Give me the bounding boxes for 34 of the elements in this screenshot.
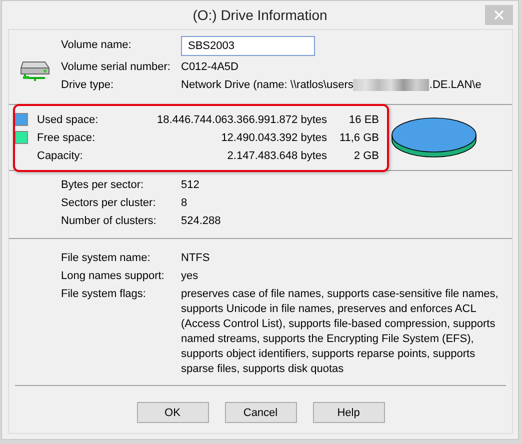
byte-count: 2.147.483.648 bytes: [226, 150, 327, 162]
field-value: 524.288: [181, 214, 222, 229]
dialog-button[interactable]: Help: [312, 402, 384, 423]
dialog-button[interactable]: Cancel: [224, 402, 296, 423]
field-label: Volume name:: [61, 38, 132, 53]
size-value: 2 GB: [352, 150, 379, 162]
byte-count: 12.490.043.392 bytes: [220, 132, 327, 144]
field-label: Number of clusters:: [61, 214, 158, 229]
field-value: NTFS: [181, 251, 211, 266]
field-label: Capacity:: [37, 150, 84, 162]
field-label: File system flags:: [61, 287, 147, 302]
field-value: 512: [181, 178, 200, 193]
field-label: Free space:: [37, 132, 96, 144]
window-title: (O:) Drive Information: [192, 7, 328, 23]
byte-count: 18.446.744.063.366.991.872 bytes: [156, 114, 327, 126]
field-label: File system name:: [61, 251, 152, 266]
volume-name-field[interactable]: SBS2003: [181, 36, 315, 56]
field-value: .DE.LAN\e: [429, 78, 482, 93]
dialog-button[interactable]: OK: [136, 402, 208, 423]
field-value: yes: [181, 269, 200, 284]
field-label: Drive type:: [61, 78, 115, 93]
field-value: 8: [181, 196, 188, 211]
close-button[interactable]: [485, 5, 513, 25]
field-value: Network Drive (name: \\ratlos\users: [181, 78, 354, 93]
field-label: Sectors per cluster:: [61, 196, 157, 211]
field-label: Long names support:: [61, 269, 166, 284]
field-label: Used space:: [37, 114, 100, 126]
field-value: C012-4A5D: [181, 60, 238, 75]
field-value: preserves case of file names, supports case-sensitive file names, supports Unicode in file names, preserves and enforces ACL (Access Control List), supports file-based compression, supports named streams, supports the Encrypting File System (EFS), supports object identifiers, supports reparse points, supports sparse files, supports disk quotas: [181, 287, 500, 377]
close-icon: [494, 10, 504, 20]
field-label: Bytes per sector:: [61, 178, 145, 193]
size-value: 11,6 GB: [338, 132, 379, 144]
size-value: 16 EB: [348, 114, 379, 126]
field-label: Volume serial number:: [61, 60, 172, 75]
